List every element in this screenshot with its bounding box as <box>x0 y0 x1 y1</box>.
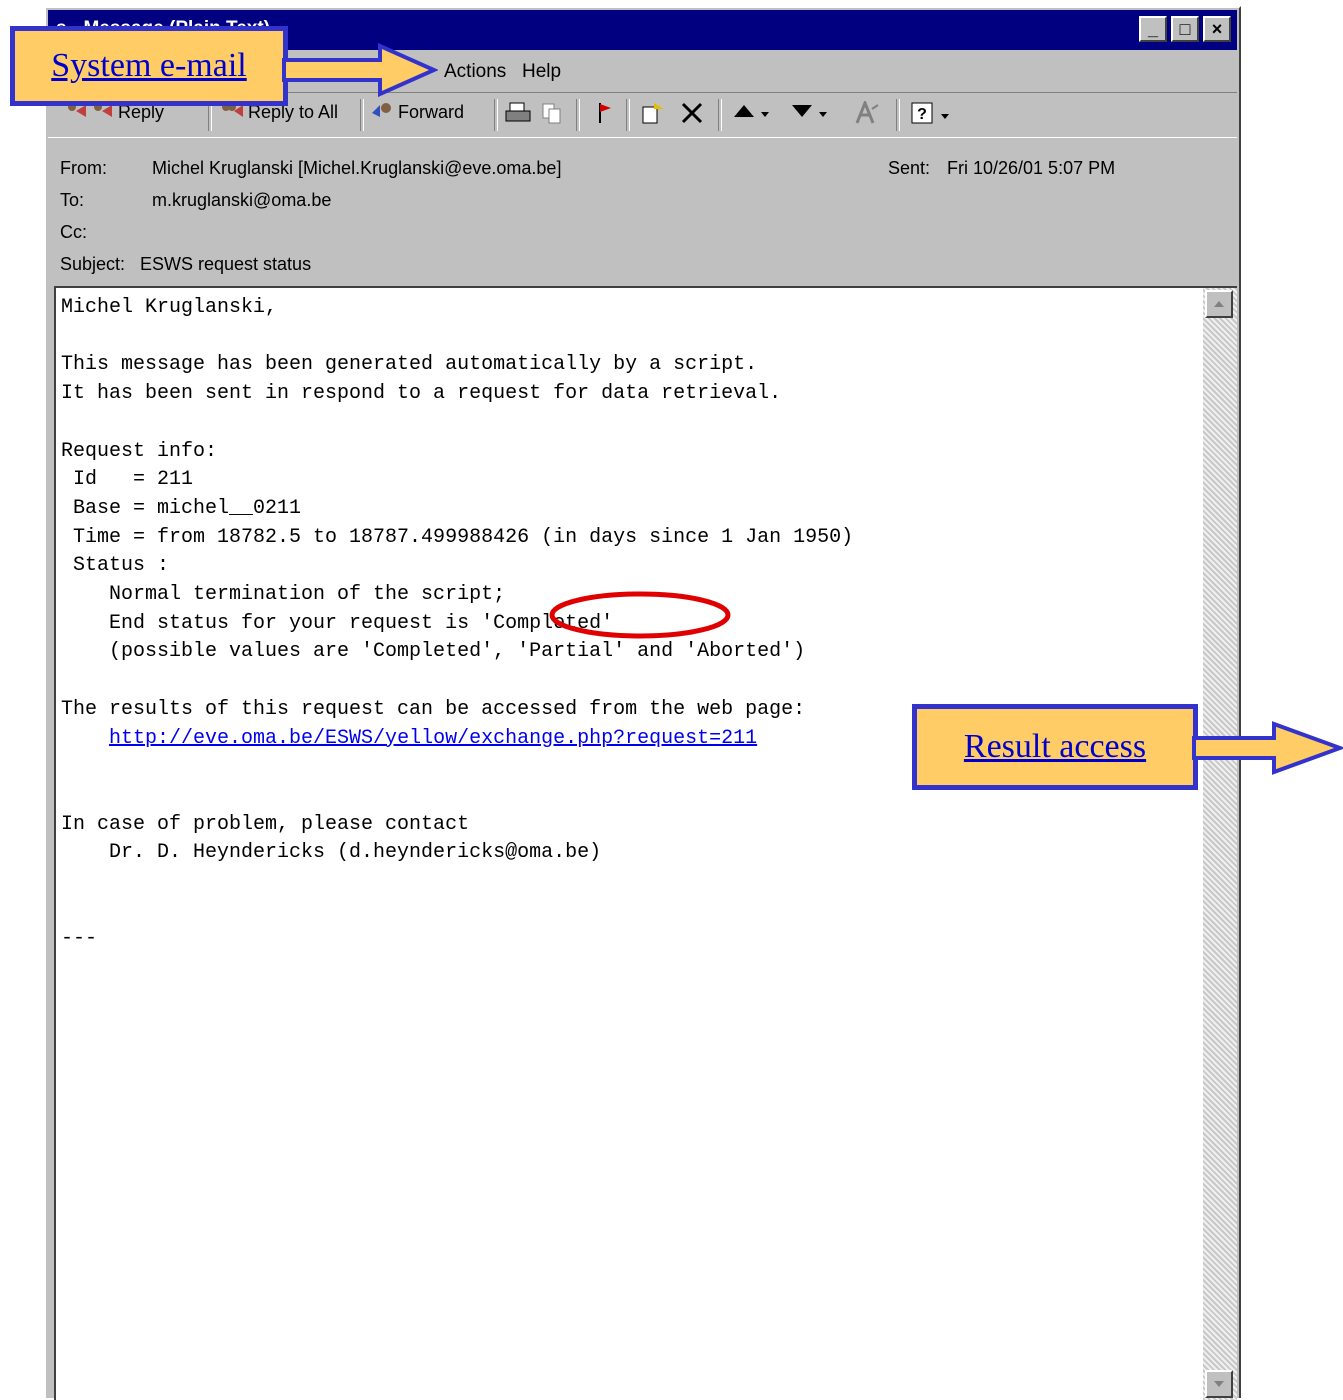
from-label: From: <box>60 158 107 178</box>
print-icon <box>504 101 532 130</box>
message-body[interactable]: Michel Kruglanski, This message has been… <box>54 286 1237 1400</box>
cc-label: Cc: <box>60 222 87 242</box>
request-id-line: Id = 211 <box>61 468 194 492</box>
intro-line-2: It has been sent in respond to a request… <box>61 382 782 406</box>
request-base-line: Base = michel__0211 <box>61 496 302 520</box>
help-icon: ? <box>910 101 936 130</box>
intro-line-1: This message has been generated automati… <box>61 353 758 377</box>
menu-help[interactable]: Help <box>522 61 561 83</box>
next-item-button[interactable] <box>790 101 828 126</box>
delete-button[interactable] <box>680 101 704 130</box>
to-value: m.kruglanski@oma.be <box>152 190 332 210</box>
menu-actions[interactable]: Actions <box>444 61 506 83</box>
address-book-icon <box>854 98 880 130</box>
chevron-down-icon[interactable] <box>760 103 770 124</box>
svg-text:?: ? <box>917 106 927 123</box>
previous-item-button[interactable] <box>732 101 770 126</box>
system-email-callout[interactable]: System e-mail <box>10 26 288 106</box>
contact-line: Dr. D. Heyndericks (d.heyndericks@oma.be… <box>61 841 602 865</box>
flag-button[interactable] <box>594 101 614 130</box>
request-info-heading: Request info: <box>61 439 218 463</box>
down-arrow-icon <box>790 101 814 126</box>
results-link[interactable]: http://eve.oma.be/ESWS/yellow/exchange.p… <box>109 727 757 750</box>
chevron-down-icon[interactable] <box>818 103 828 124</box>
flag-icon <box>594 101 614 130</box>
chevron-down-icon[interactable] <box>940 105 950 126</box>
copy-icon <box>540 101 564 130</box>
help-button[interactable]: ? <box>910 101 950 130</box>
toolbar-separator <box>360 99 364 131</box>
address-book-button[interactable] <box>854 98 880 130</box>
subject-value: ESWS request status <box>140 254 312 274</box>
subject-label: Subject: <box>60 254 126 274</box>
possible-values-line: (possible values are 'Completed', 'Parti… <box>61 640 806 664</box>
delete-icon <box>680 101 704 130</box>
scroll-down-button[interactable] <box>1205 1370 1233 1398</box>
end-status-line: End status for your request is 'Complete… <box>61 611 614 635</box>
scroll-down-icon <box>1214 1381 1224 1387</box>
sent-value: Fri 10/26/01 5:07 PM <box>947 158 1116 178</box>
forward-button[interactable]: Forward <box>370 101 464 124</box>
vertical-scrollbar[interactable] <box>1203 288 1237 1400</box>
termination-line: Normal termination of the script; <box>61 583 506 607</box>
problem-line: In case of problem, please contact <box>61 812 470 836</box>
request-time-line: Time = from 18782.5 to 18787.499988426 (… <box>61 525 854 549</box>
toolbar-separator <box>626 99 630 131</box>
up-arrow-icon <box>732 101 756 126</box>
signature-separator: --- <box>61 927 98 951</box>
outlook-message-window: s - Message (Plain Text) _ □ × Actions H… <box>44 6 1241 1400</box>
system-email-arrow-icon <box>282 42 438 98</box>
move-to-folder-button[interactable] <box>640 101 666 130</box>
toolbar-separator <box>718 99 722 131</box>
copy-button[interactable] <box>540 101 564 130</box>
minimize-button[interactable]: _ <box>1139 16 1167 42</box>
forward-label: Forward <box>398 102 465 122</box>
scroll-up-icon <box>1214 301 1224 307</box>
toolbar-separator <box>494 99 498 131</box>
scroll-up-button[interactable] <box>1205 290 1233 318</box>
sent-label: Sent: <box>888 158 931 178</box>
to-label: To: <box>60 190 85 210</box>
result-access-arrow-icon <box>1192 721 1343 775</box>
result-access-callout[interactable]: Result access <box>912 704 1198 790</box>
print-button[interactable] <box>504 101 532 130</box>
toolbar-separator <box>896 99 900 131</box>
highlight-ring <box>549 591 731 639</box>
greeting: Michel Kruglanski, <box>61 296 278 319</box>
from-value: Michel Kruglanski [Michel.Kruglanski@eve… <box>152 158 562 178</box>
maximize-button[interactable]: □ <box>1171 16 1199 42</box>
results-line: The results of this request can be acces… <box>61 697 806 721</box>
move-to-folder-icon <box>640 101 666 130</box>
toolbar-separator <box>576 99 580 131</box>
link-indent <box>61 727 109 750</box>
close-button[interactable]: × <box>1203 16 1231 42</box>
forward-icon <box>370 101 394 124</box>
request-status-line: Status : <box>61 554 170 578</box>
